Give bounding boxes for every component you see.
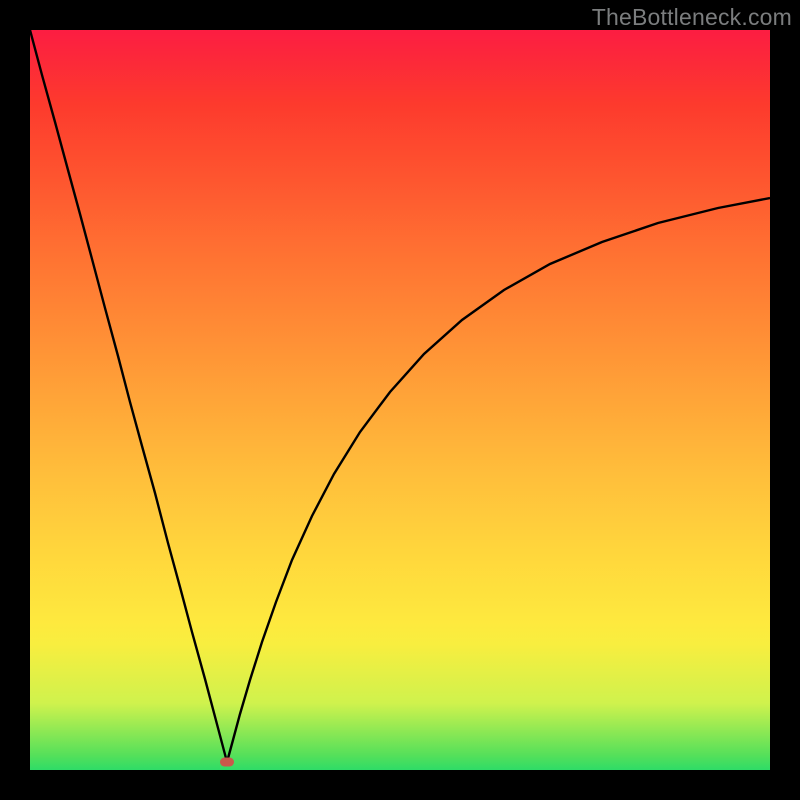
curve-svg — [30, 30, 770, 770]
chart-container: TheBottleneck.com — [0, 0, 800, 800]
curve-right-branch — [227, 198, 770, 762]
curve-left-branch — [30, 30, 227, 762]
plot-area — [30, 30, 770, 770]
watermark-text: TheBottleneck.com — [592, 4, 792, 31]
minimum-marker — [220, 758, 234, 767]
